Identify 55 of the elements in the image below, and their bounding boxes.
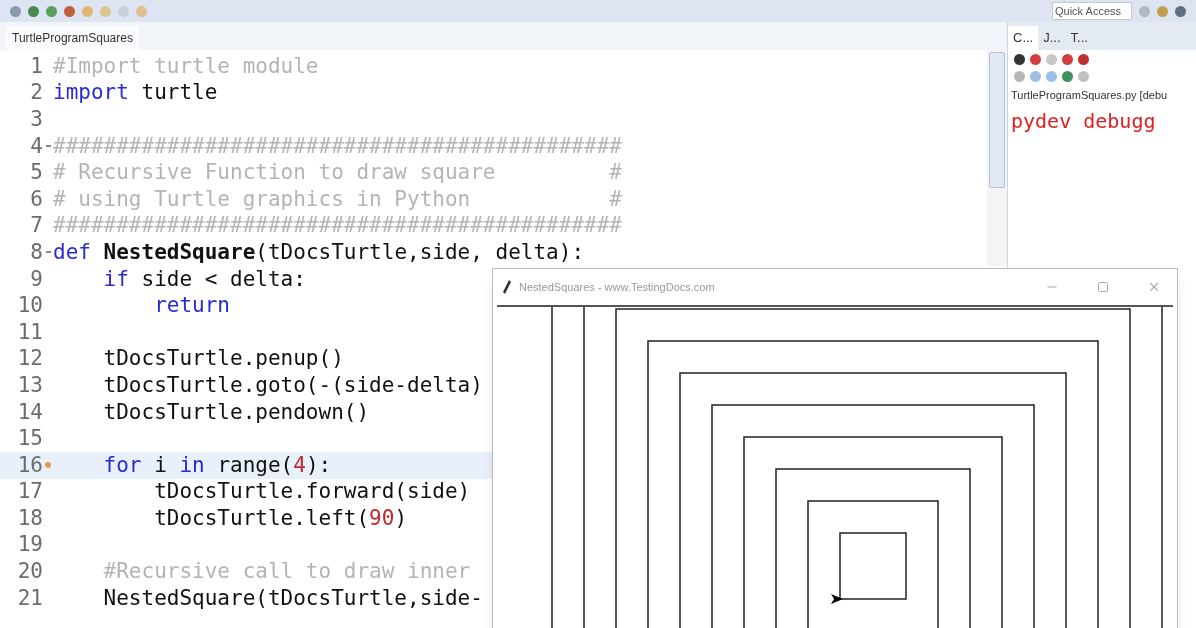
line-number: 14 [16, 401, 43, 423]
close-icon[interactable] [1147, 280, 1161, 294]
code-line: return [153, 295, 230, 317]
panel-tab[interactable]: T... [1065, 26, 1093, 50]
line-number: 20 [16, 561, 43, 583]
quick-access-field[interactable]: Quick Access [1052, 2, 1132, 20]
line-number: 3 [29, 109, 43, 130]
line-number: 19 [16, 534, 43, 556]
line-number: 11 [16, 321, 43, 343]
line-number: 6 [29, 188, 43, 210]
line-number: 17 [16, 481, 43, 503]
line-number: 2 [29, 82, 43, 104]
line-number: 4 [29, 135, 43, 157]
code-line: tDocsTurtle.left(90) [153, 507, 408, 529]
breakpoint-icon[interactable] [45, 462, 51, 469]
fold-icon[interactable] [45, 251, 51, 254]
line-number: 21 [16, 587, 43, 609]
code-line: if side < delta: [102, 268, 306, 290]
maximize-icon[interactable] [1097, 281, 1109, 293]
toolbar-icon[interactable] [1014, 54, 1025, 65]
code-line: #Import turtle module [53, 55, 319, 77]
line-number: 15 [16, 428, 43, 450]
line-number: 13 [16, 374, 43, 396]
scrollbar[interactable] [987, 50, 1007, 266]
line-number: 9 [29, 268, 43, 290]
code-line: #Recursive call to draw inner [102, 561, 471, 583]
code-line: import turtle [53, 82, 218, 104]
code-line: def NestedSquare(tDocsTurtle,side, delta): [53, 241, 585, 263]
code-line: ############################################# [53, 215, 622, 237]
window-title: NestedSquares - www.TestingDocs.com [519, 279, 715, 295]
toolbar-icon[interactable] [1078, 54, 1089, 65]
code-line: NestedSquare(tDocsTurtle,side- [102, 587, 483, 609]
fold-icon[interactable] [45, 145, 51, 148]
panel-tab[interactable]: J... [1038, 26, 1066, 50]
code-line: tDocsTurtle.penup() [102, 348, 344, 370]
code-line: # Recursive Function to draw square # [53, 162, 622, 184]
code-line: # using Turtle graphics in Python # [53, 188, 622, 210]
code-line: for i in range(4): [102, 454, 332, 476]
line-number: 5 [29, 162, 43, 184]
line-number: 12 [16, 348, 43, 370]
editor-tab[interactable]: TurtleProgramSquares [6, 26, 139, 50]
panel-tab[interactable]: C... [1008, 26, 1039, 50]
code-line: tDocsTurtle.goto(-(side-delta) [102, 374, 483, 396]
code-line: tDocsTurtle.pendown() [102, 401, 370, 423]
line-number: 7 [29, 215, 43, 237]
line-number: 10 [16, 295, 43, 317]
console-title: TurtleProgramSquares.py [debu [1010, 88, 1169, 103]
line-number: 1 [29, 55, 43, 77]
line-number: 16 [16, 454, 43, 476]
code-line: tDocsTurtle.forward(side) [153, 481, 471, 503]
line-number: 18 [16, 507, 43, 529]
console-output: pydev debugg [1010, 107, 1157, 135]
line-number: 8 [29, 241, 43, 263]
code-line: ############################################# [53, 135, 622, 157]
feather-icon [503, 280, 511, 294]
